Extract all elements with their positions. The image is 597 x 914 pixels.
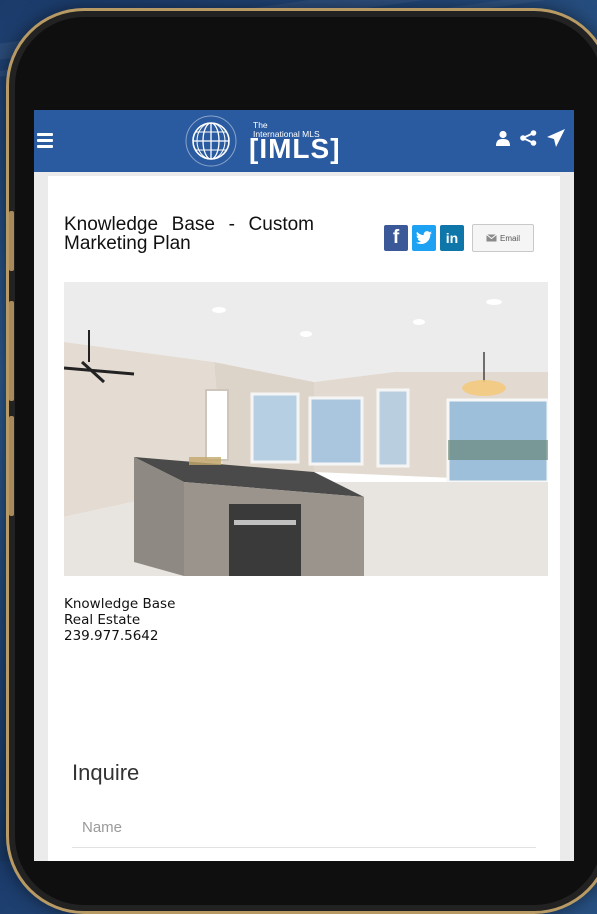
twitter-share-button[interactable] xyxy=(412,225,436,251)
share-buttons: f in Email xyxy=(384,224,534,252)
listing-photo[interactable] xyxy=(64,282,548,576)
email-share-button[interactable]: Email xyxy=(472,224,534,252)
agent-info: Knowledge Base Real Estate 239.977.5642 xyxy=(64,596,175,644)
agent-company: Real Estate xyxy=(64,612,141,628)
globe-logo-icon xyxy=(185,115,237,167)
top-navbar: The International MLS [IMLS] xyxy=(34,110,574,172)
facebook-share-button[interactable]: f xyxy=(384,225,408,251)
page-title: Knowledge Base - Custom Marketing Plan xyxy=(64,214,314,254)
linkedin-share-button[interactable]: in xyxy=(440,225,464,251)
linkedin-icon: in xyxy=(445,230,459,246)
envelope-icon xyxy=(486,234,497,242)
phone-screen: The International MLS [IMLS] Knowledge B… xyxy=(34,110,574,861)
agent-phone[interactable]: 239.977.5642 xyxy=(64,628,175,644)
send-icon[interactable] xyxy=(546,128,566,148)
phone-side-button xyxy=(9,301,14,401)
twitter-icon xyxy=(416,231,432,244)
menu-icon[interactable] xyxy=(37,133,53,148)
phone-side-button xyxy=(9,416,14,516)
phone-side-button xyxy=(9,211,14,271)
logo-text-imls: [IMLS] xyxy=(249,133,341,164)
name-input[interactable] xyxy=(72,808,536,848)
agent-name: Knowledge Base xyxy=(64,596,176,612)
share-icon[interactable] xyxy=(520,130,537,146)
inquire-heading: Inquire xyxy=(72,760,140,785)
user-icon[interactable] xyxy=(495,130,511,146)
facebook-icon: f xyxy=(392,227,400,248)
listing-card: Knowledge Base - Custom Marketing Plan f… xyxy=(48,176,560,861)
email-label: Email xyxy=(499,233,520,243)
